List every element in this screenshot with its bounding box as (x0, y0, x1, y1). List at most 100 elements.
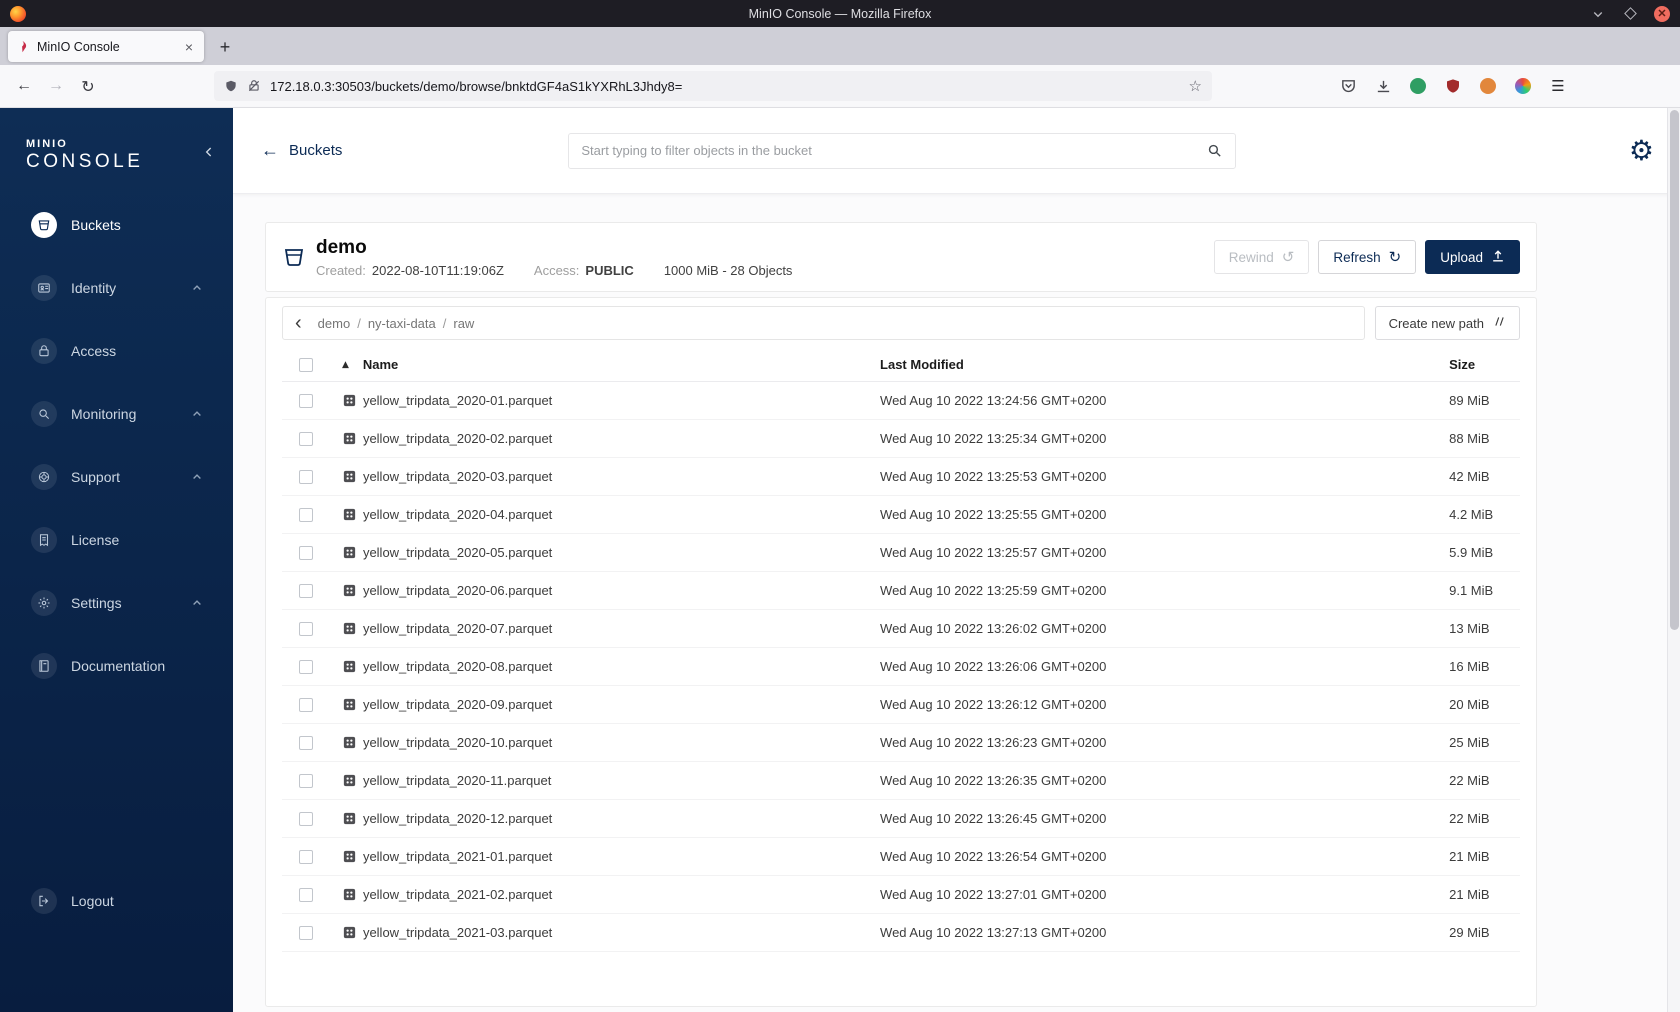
breadcrumb-segment[interactable]: demo (318, 316, 351, 331)
object-name[interactable]: yellow_tripdata_2020-04.parquet (363, 507, 552, 522)
window-maximize-button[interactable] (1622, 6, 1638, 22)
row-checkbox[interactable] (299, 507, 313, 522)
row-checkbox[interactable] (299, 393, 313, 408)
downloads-icon[interactable] (1373, 76, 1393, 96)
row-checkbox[interactable] (299, 545, 313, 560)
forward-icon[interactable]: → (42, 72, 70, 100)
breadcrumb-segment[interactable]: raw (453, 316, 474, 331)
lock-insecure-icon[interactable] (247, 79, 261, 93)
row-checkbox[interactable] (299, 621, 313, 636)
row-checkbox[interactable] (299, 469, 313, 484)
object-name[interactable]: yellow_tripdata_2020-10.parquet (363, 735, 552, 750)
shield-permissions-icon[interactable] (224, 79, 238, 93)
path-back-chevron[interactable]: ‹ (295, 313, 302, 333)
new-tab-button[interactable]: + (210, 32, 240, 62)
object-name[interactable]: yellow_tripdata_2021-01.parquet (363, 849, 552, 864)
column-header-name[interactable]: Name (363, 357, 398, 372)
documentation-icon (31, 652, 57, 679)
create-new-path-button[interactable]: Create new path (1374, 306, 1520, 340)
sidebar-item-buckets[interactable]: Buckets (0, 193, 233, 256)
table-row[interactable]: yellow_tripdata_2020-11.parquet Wed Aug … (282, 762, 1520, 800)
sort-ascending-icon[interactable]: ▲ (342, 360, 349, 370)
sidebar-item-support[interactable]: Support (0, 445, 233, 508)
extension-pinwheel-icon[interactable] (1513, 76, 1533, 96)
object-name[interactable]: yellow_tripdata_2020-09.parquet (363, 697, 552, 712)
object-file-icon (342, 621, 357, 636)
object-name[interactable]: yellow_tripdata_2020-12.parquet (363, 811, 552, 826)
object-name[interactable]: yellow_tripdata_2021-03.parquet (363, 925, 552, 940)
column-header-size[interactable]: Size (1423, 357, 1520, 372)
sidebar-item-access[interactable]: Access (0, 319, 233, 382)
object-name[interactable]: yellow_tripdata_2021-02.parquet (363, 887, 552, 902)
object-name[interactable]: yellow_tripdata_2020-03.parquet (363, 469, 552, 484)
back-icon[interactable]: ← (10, 72, 38, 100)
sidebar-item-license[interactable]: License (0, 508, 233, 571)
row-checkbox[interactable] (299, 887, 313, 902)
object-name[interactable]: yellow_tripdata_2020-05.parquet (363, 545, 552, 560)
object-name[interactable]: yellow_tripdata_2020-07.parquet (363, 621, 552, 636)
rewind-button[interactable]: Rewind ↺ (1213, 240, 1310, 274)
refresh-button[interactable]: Refresh ↻ (1318, 240, 1417, 274)
table-row[interactable]: yellow_tripdata_2020-09.parquet Wed Aug … (282, 686, 1520, 724)
sidebar-item-logout[interactable]: Logout (0, 869, 233, 932)
object-name[interactable]: yellow_tripdata_2020-11.parquet (363, 773, 551, 788)
select-all-checkbox[interactable] (299, 357, 313, 372)
sidebar-collapse-button[interactable] (201, 144, 217, 165)
page-scrollbar[interactable] (1667, 108, 1680, 1012)
scrollbar-thumb[interactable] (1669, 110, 1679, 630)
object-name[interactable]: yellow_tripdata_2020-01.parquet (363, 393, 552, 408)
breadcrumb-segment[interactable]: ny-taxi-data (368, 316, 436, 331)
object-size: 21 MiB (1449, 849, 1490, 864)
reload-icon[interactable]: ↻ (74, 72, 102, 100)
row-checkbox[interactable] (299, 697, 313, 712)
table-row[interactable]: yellow_tripdata_2020-05.parquet Wed Aug … (282, 534, 1520, 572)
row-checkbox[interactable] (299, 431, 313, 446)
row-checkbox[interactable] (299, 583, 313, 598)
browser-tab-minio-console[interactable]: MinIO Console × (8, 31, 204, 62)
object-last-modified: Wed Aug 10 2022 13:24:56 GMT+0200 (880, 393, 1107, 408)
table-row[interactable]: yellow_tripdata_2021-01.parquet Wed Aug … (282, 838, 1520, 876)
tab-close-icon[interactable]: × (182, 39, 196, 55)
settings-gear-icon[interactable]: ⚙ (1629, 136, 1668, 165)
sidebar-item-identity[interactable]: Identity (0, 256, 233, 319)
table-row[interactable]: yellow_tripdata_2020-04.parquet Wed Aug … (282, 496, 1520, 534)
table-row[interactable]: yellow_tripdata_2020-02.parquet Wed Aug … (282, 420, 1520, 458)
object-filter-searchbox[interactable] (568, 132, 1237, 169)
column-header-last-modified[interactable]: Last Modified (880, 357, 1423, 372)
table-row[interactable]: yellow_tripdata_2020-06.parquet Wed Aug … (282, 572, 1520, 610)
row-checkbox[interactable] (299, 811, 313, 826)
table-row[interactable]: yellow_tripdata_2021-02.parquet Wed Aug … (282, 876, 1520, 914)
window-close-button[interactable]: ✕ (1654, 5, 1670, 22)
url-text[interactable]: 172.18.0.3:30503/buckets/demo/browse/bnk… (270, 79, 1181, 94)
object-name[interactable]: yellow_tripdata_2020-06.parquet (363, 583, 552, 598)
table-row[interactable]: yellow_tripdata_2021-03.parquet Wed Aug … (282, 914, 1520, 952)
sidebar-item-settings[interactable]: Settings (0, 571, 233, 634)
search-icon (1206, 142, 1223, 159)
row-checkbox[interactable] (299, 849, 313, 864)
table-row[interactable]: yellow_tripdata_2020-12.parquet Wed Aug … (282, 800, 1520, 838)
back-to-buckets-link[interactable]: ← Buckets (261, 140, 342, 161)
pocket-icon[interactable] (1338, 76, 1358, 96)
row-checkbox[interactable] (299, 735, 313, 750)
search-input[interactable] (581, 143, 1207, 158)
bookmark-star-icon[interactable]: ☆ (1189, 77, 1202, 95)
upload-button[interactable]: Upload (1425, 240, 1520, 274)
sidebar-item-monitoring[interactable]: Monitoring (0, 382, 233, 445)
extension-green-icon[interactable] (1408, 76, 1428, 96)
object-name[interactable]: yellow_tripdata_2020-02.parquet (363, 431, 552, 446)
menu-icon[interactable]: ☰ (1548, 76, 1568, 96)
sidebar-item-documentation[interactable]: Documentation (0, 634, 233, 697)
url-bar[interactable]: 172.18.0.3:30503/buckets/demo/browse/bnk… (214, 71, 1212, 101)
table-row[interactable]: yellow_tripdata_2020-10.parquet Wed Aug … (282, 724, 1520, 762)
table-row[interactable]: yellow_tripdata_2020-01.parquet Wed Aug … (282, 382, 1520, 420)
window-minimize-button[interactable] (1590, 6, 1606, 22)
table-row[interactable]: yellow_tripdata_2020-03.parquet Wed Aug … (282, 458, 1520, 496)
row-checkbox[interactable] (299, 773, 313, 788)
extension-orange-icon[interactable] (1478, 76, 1498, 96)
table-row[interactable]: yellow_tripdata_2020-08.parquet Wed Aug … (282, 648, 1520, 686)
row-checkbox[interactable] (299, 659, 313, 674)
row-checkbox[interactable] (299, 925, 313, 940)
table-row[interactable]: yellow_tripdata_2020-07.parquet Wed Aug … (282, 610, 1520, 648)
object-name[interactable]: yellow_tripdata_2020-08.parquet (363, 659, 552, 674)
ublock-shield-icon[interactable] (1443, 76, 1463, 96)
